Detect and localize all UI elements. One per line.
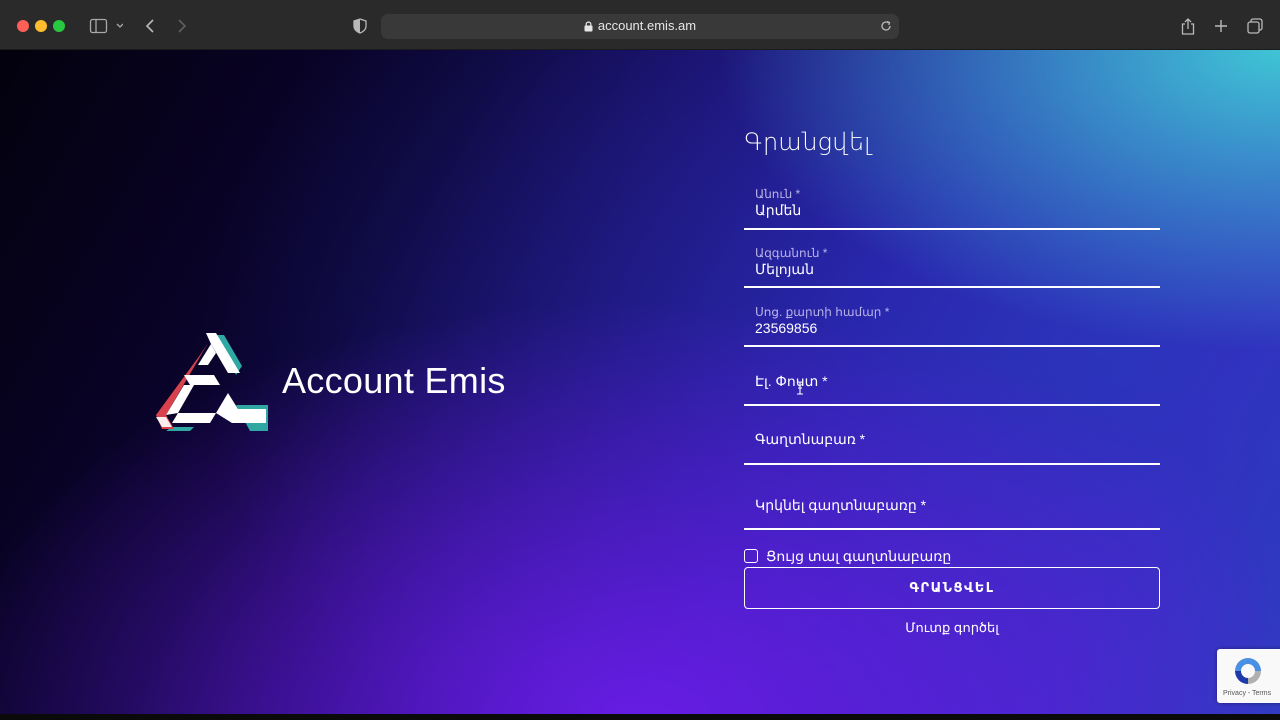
lock-icon (584, 21, 593, 32)
close-window-button[interactable] (17, 20, 29, 32)
last-name-value: Մելոյան (755, 261, 814, 277)
last-name-label: Ազգանուն * (755, 246, 828, 260)
show-password-checkbox[interactable] (744, 549, 758, 563)
forward-button[interactable] (172, 14, 192, 38)
reload-icon (881, 20, 891, 31)
share-button[interactable] (1178, 14, 1198, 38)
recaptcha-badge[interactable]: Privacy - Terms (1217, 649, 1280, 703)
chevron-right-icon (178, 19, 187, 33)
zoom-window-button[interactable] (53, 20, 65, 32)
email-field[interactable]: Էլ. Փոստ * (744, 365, 1160, 406)
shield-icon (353, 18, 367, 34)
privacy-report-button[interactable] (350, 14, 370, 38)
last-name-field[interactable]: Ազգանուն * Մելոյան (744, 245, 1160, 288)
browser-toolbar: account.emis.am (0, 0, 1280, 50)
address-bar[interactable]: account.emis.am (381, 14, 899, 39)
sidebar-toggle-button[interactable] (86, 14, 126, 38)
reload-button[interactable] (877, 17, 895, 35)
recaptcha-icon (1235, 658, 1261, 684)
first-name-value: Արմեն (755, 202, 802, 218)
brand-name: Account Emis (282, 360, 506, 401)
plus-icon (1215, 20, 1227, 32)
first-name-label: Անուն * (755, 187, 801, 201)
social-card-number-field[interactable]: Սոց. քարտի համար * 23569856 (744, 304, 1160, 347)
confirm-password-field[interactable]: Կրկնել գաղտնաբառը * (744, 488, 1160, 530)
back-button[interactable] (140, 14, 160, 38)
url-text: account.emis.am (597, 18, 697, 33)
chevron-left-icon (145, 19, 154, 33)
show-password-toggle[interactable]: Ցույց տալ գաղտնաբառը (744, 547, 951, 565)
sidebar-icon (89, 18, 123, 34)
login-link[interactable]: Մուտք գործել (744, 620, 1160, 636)
new-tab-button[interactable] (1211, 14, 1231, 38)
email-placeholder: Էլ. Փոստ * (755, 373, 828, 389)
emis-logo-icon (156, 333, 268, 431)
register-button[interactable]: ԳՐԱՆՑՎԵԼ (744, 567, 1160, 609)
recaptcha-footer[interactable]: Privacy - Terms (1223, 690, 1271, 697)
share-icon (1181, 17, 1195, 35)
confirm-password-placeholder: Կրկնել գաղտնաբառը * (755, 497, 927, 513)
show-password-label: Ցույց տալ գաղտնաբառը (766, 547, 952, 564)
tabs-icon (1247, 18, 1263, 34)
minimize-window-button[interactable] (35, 20, 47, 32)
text-cursor-icon (797, 381, 803, 395)
social-card-number-value: 23569856 (755, 320, 818, 336)
password-placeholder: Գաղտնաբառ * (755, 431, 866, 447)
password-field[interactable]: Գաղտնաբառ * (744, 424, 1160, 465)
form-title: Գրանցվել (744, 128, 871, 156)
social-card-number-label: Սոց. քարտի համար * (755, 305, 890, 319)
first-name-field[interactable]: Անուն * Արմեն (744, 186, 1160, 230)
tab-overview-button[interactable] (1244, 14, 1266, 38)
